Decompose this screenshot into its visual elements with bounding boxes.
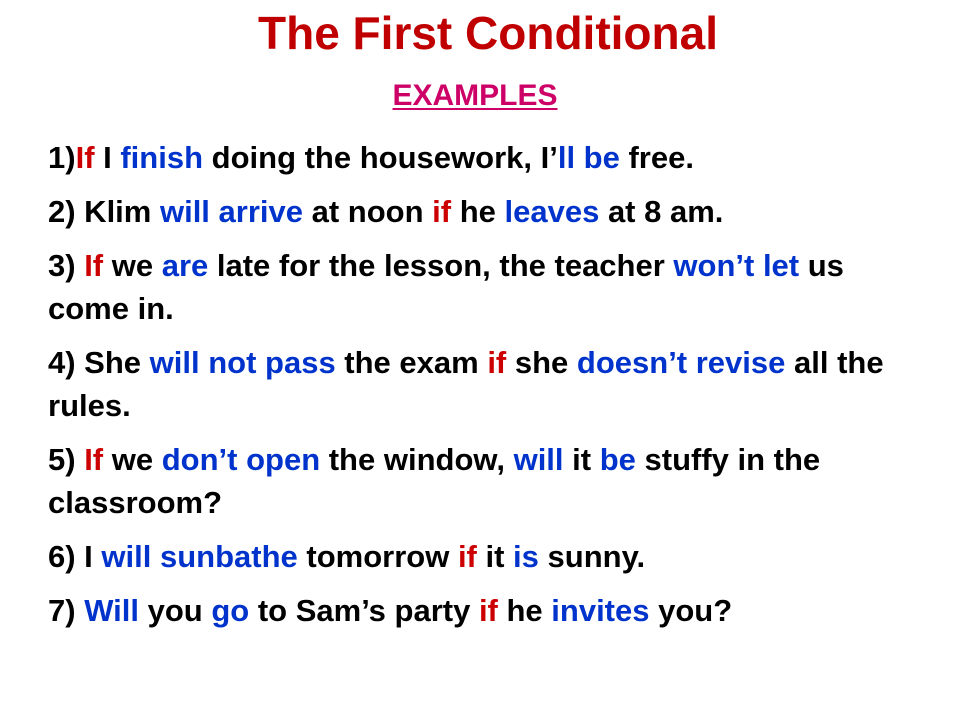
if-keyword: if <box>432 194 452 229</box>
sentence-text: the window, <box>320 442 514 477</box>
page-title: The First Conditional <box>258 7 718 59</box>
example-sentence: 5) If we don’t open the window, will it … <box>48 438 928 524</box>
sentence-text: at noon <box>303 194 433 229</box>
example-sentence: 7) Will you go to Sam’s party if he invi… <box>48 589 928 632</box>
if-keyword: if <box>457 539 477 574</box>
verb-phrase: will not pass <box>149 345 336 380</box>
sentence-text: I <box>94 140 121 175</box>
sentence-text: the exam <box>335 345 488 380</box>
verb-phrase: invites <box>551 593 650 628</box>
sentence-text: doing the housework, I’ <box>203 140 558 175</box>
sentence-text: we <box>103 248 162 283</box>
verb-phrase: doesn’t revise <box>576 345 786 380</box>
sentence-text: we <box>103 442 162 477</box>
example-sentence: 2) Klim will arrive at noon if he leaves… <box>48 190 928 233</box>
sentence-text: 2) Klim <box>48 194 160 229</box>
example-sentence: 3) If we are late for the lesson, the te… <box>48 244 928 330</box>
verb-phrase: is <box>513 539 539 574</box>
verb-phrase: leaves <box>504 194 600 229</box>
sentence-text: late for the lesson, the teacher <box>208 248 674 283</box>
example-sentence: 6) I will sunbathe tomorrow if it is sun… <box>48 535 928 578</box>
slide: The First Conditional EXAMPLES 1)If I fi… <box>0 0 960 720</box>
sentence-text: 3) <box>48 248 85 283</box>
verb-phrase: go <box>211 593 250 628</box>
verb-phrase: ll be <box>557 140 620 175</box>
if-keyword: if <box>487 345 507 380</box>
verb-phrase: will arrive <box>159 194 303 229</box>
verb-phrase: will <box>513 442 564 477</box>
sentence-text: she <box>506 345 577 380</box>
verb-phrase: are <box>161 248 209 283</box>
sentence-text: at 8 am. <box>599 194 724 229</box>
sentence-text: 6) I <box>48 539 102 574</box>
sentence-text: 1) <box>48 140 76 175</box>
sentence-text: tomorrow <box>297 539 458 574</box>
verb-phrase: won’t let <box>673 248 800 283</box>
sentence-text: it <box>563 442 600 477</box>
verb-phrase: will sunbathe <box>101 539 298 574</box>
if-keyword: If <box>84 248 104 283</box>
sentence-text: sunny. <box>538 539 646 574</box>
sentence-text: you <box>139 593 212 628</box>
example-sentence: 1)If I finish doing the housework, I’ll … <box>48 136 928 179</box>
if-keyword: if <box>478 593 498 628</box>
verb-phrase: don’t open <box>161 442 321 477</box>
verb-phrase: finish <box>120 140 204 175</box>
examples-list: 1)If I finish doing the housework, I’ll … <box>48 136 928 643</box>
sentence-text: free. <box>619 140 694 175</box>
example-sentence: 4) She will not pass the exam if she doe… <box>48 341 928 427</box>
verb-phrase: Will <box>84 593 140 628</box>
sentence-text: you? <box>649 593 733 628</box>
sentence-text: 4) She <box>48 345 150 380</box>
verb-phrase: be <box>599 442 636 477</box>
sentence-text: to Sam’s party <box>249 593 479 628</box>
sentence-text: he <box>451 194 505 229</box>
sentence-text: he <box>497 593 552 628</box>
section-heading: EXAMPLES <box>392 79 558 112</box>
sentence-text: 5) <box>48 442 85 477</box>
if-keyword: If <box>75 140 95 175</box>
sentence-text: it <box>476 539 514 574</box>
if-keyword: If <box>84 442 104 477</box>
sentence-text: 7) <box>48 593 85 628</box>
